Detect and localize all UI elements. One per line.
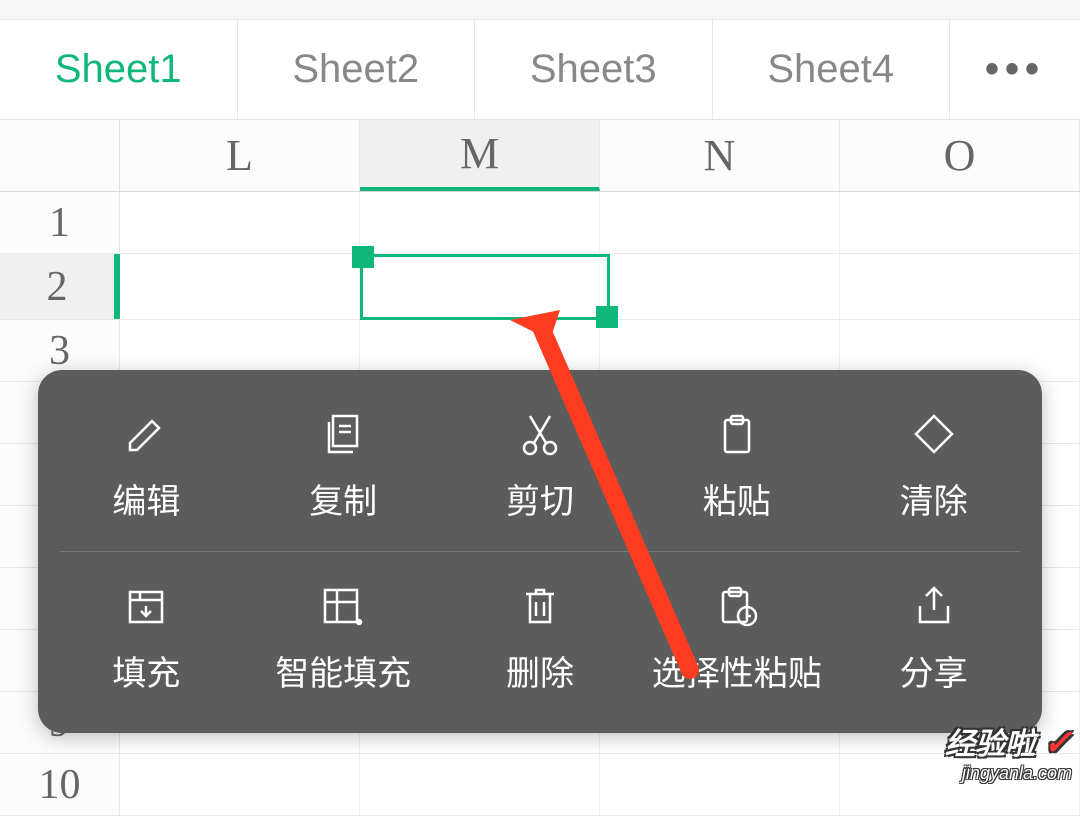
row-num-2[interactable]: 2 bbox=[0, 254, 120, 319]
menu-label: 复制 bbox=[309, 474, 377, 523]
cell[interactable] bbox=[360, 192, 600, 253]
col-header-M[interactable]: M bbox=[360, 120, 600, 191]
tab-sheet3[interactable]: Sheet3 bbox=[475, 20, 713, 119]
corner-spacer bbox=[0, 120, 120, 191]
col-header-N[interactable]: N bbox=[600, 120, 840, 191]
menu-share[interactable]: 分享 bbox=[835, 570, 1032, 705]
paste-icon bbox=[713, 408, 761, 460]
cell[interactable] bbox=[840, 192, 1080, 253]
cell[interactable] bbox=[360, 754, 600, 815]
top-spacer bbox=[0, 0, 1080, 20]
menu-copy[interactable]: 复制 bbox=[245, 398, 442, 533]
menu-cut[interactable]: 剪切 bbox=[442, 398, 639, 533]
paste-special-icon bbox=[713, 580, 761, 632]
cell[interactable] bbox=[600, 754, 840, 815]
cell[interactable] bbox=[120, 754, 360, 815]
context-menu: 编辑 复制 剪切 粘贴 清除 bbox=[38, 370, 1042, 733]
menu-label: 剪切 bbox=[506, 474, 574, 523]
col-header-O[interactable]: O bbox=[840, 120, 1080, 191]
menu-label: 清除 bbox=[900, 474, 968, 523]
menu-paste-special[interactable]: 选择性粘贴 bbox=[638, 570, 835, 705]
menu-clear[interactable]: 清除 bbox=[835, 398, 1032, 533]
menu-label: 选择性粘贴 bbox=[652, 646, 822, 695]
menu-divider bbox=[60, 551, 1020, 552]
erase-icon bbox=[910, 408, 958, 460]
delete-icon bbox=[516, 580, 564, 632]
menu-label: 编辑 bbox=[112, 474, 180, 523]
menu-row-2: 填充 智能填充 删除 选择性粘贴 分享 bbox=[38, 570, 1042, 705]
row-1: 1 bbox=[0, 192, 1080, 254]
cell[interactable] bbox=[840, 254, 1080, 319]
row-num-1[interactable]: 1 bbox=[0, 192, 120, 253]
menu-edit[interactable]: 编辑 bbox=[48, 398, 245, 533]
menu-paste[interactable]: 粘贴 bbox=[638, 398, 835, 533]
menu-row-1: 编辑 复制 剪切 粘贴 清除 bbox=[38, 398, 1042, 533]
sheet-tabs: Sheet1 Sheet2 Sheet3 Sheet4 ••• bbox=[0, 20, 1080, 120]
copy-icon bbox=[319, 408, 367, 460]
cell[interactable] bbox=[840, 754, 1080, 815]
cell[interactable] bbox=[600, 192, 840, 253]
tab-sheet4[interactable]: Sheet4 bbox=[713, 20, 951, 119]
menu-fill[interactable]: 填充 bbox=[48, 570, 245, 705]
smart-fill-icon bbox=[319, 580, 367, 632]
fill-icon bbox=[122, 580, 170, 632]
menu-label: 智能填充 bbox=[275, 646, 411, 695]
menu-label: 删除 bbox=[506, 646, 574, 695]
cell-selected[interactable] bbox=[360, 254, 600, 319]
cell[interactable] bbox=[600, 254, 840, 319]
tab-sheet1[interactable]: Sheet1 bbox=[0, 20, 238, 119]
row-10: 10 bbox=[0, 754, 1080, 816]
tab-sheet2[interactable]: Sheet2 bbox=[238, 20, 476, 119]
cell[interactable] bbox=[120, 192, 360, 253]
col-header-L[interactable]: L bbox=[120, 120, 360, 191]
menu-delete[interactable]: 删除 bbox=[442, 570, 639, 705]
menu-label: 分享 bbox=[900, 646, 968, 695]
share-icon bbox=[910, 580, 958, 632]
row-2: 2 bbox=[0, 254, 1080, 320]
edit-icon bbox=[122, 408, 170, 460]
cut-icon bbox=[516, 408, 564, 460]
column-headers: L M N O bbox=[0, 120, 1080, 192]
row-num-10[interactable]: 10 bbox=[0, 754, 120, 815]
cell[interactable] bbox=[120, 254, 360, 319]
tabs-more-button[interactable]: ••• bbox=[950, 20, 1080, 119]
menu-label: 填充 bbox=[112, 646, 180, 695]
menu-smart-fill[interactable]: 智能填充 bbox=[245, 570, 442, 705]
menu-label: 粘贴 bbox=[703, 474, 771, 523]
